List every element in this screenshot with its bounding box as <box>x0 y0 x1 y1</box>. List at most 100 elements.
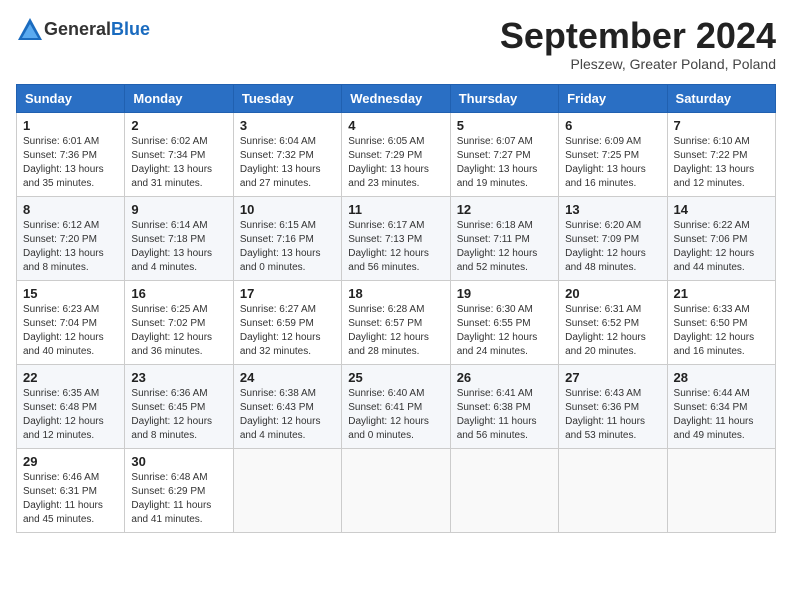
day-number: 15 <box>23 286 118 301</box>
day-info: Sunrise: 6:05 AMSunset: 7:29 PMDaylight:… <box>348 135 443 191</box>
logo: GeneralBlue <box>16 16 150 44</box>
calendar-cell: 28Sunrise: 6:44 AMSunset: 6:34 PMDayligh… <box>667 364 775 448</box>
day-number: 16 <box>131 286 226 301</box>
weekday-header-monday: Monday <box>125 84 233 112</box>
calendar-cell: 29 Sunrise: 6:46 AMSunset: 6:31 PMDayligh… <box>17 448 125 532</box>
day-info: Sunrise: 6:31 AMSunset: 6:52 PMDaylight:… <box>565 303 660 359</box>
calendar-cell: 6 Sunrise: 6:09 AMSunset: 7:25 PMDaylight… <box>559 112 667 196</box>
day-number: 13 <box>565 202 660 217</box>
weekday-header-tuesday: Tuesday <box>233 84 341 112</box>
calendar-cell: 1 Sunrise: 6:01 AMSunset: 7:36 PMDaylight… <box>17 112 125 196</box>
day-info: Sunrise: 6:14 AMSunset: 7:18 PMDaylight:… <box>131 219 226 275</box>
day-info: Sunrise: 6:27 AMSunset: 6:59 PMDaylight:… <box>240 303 335 359</box>
calendar-week-1: 1 Sunrise: 6:01 AMSunset: 7:36 PMDaylight… <box>17 112 776 196</box>
day-number: 20 <box>565 286 660 301</box>
calendar-cell: 16 Sunrise: 6:25 AMSunset: 7:02 PMDayligh… <box>125 280 233 364</box>
calendar-cell: 2Sunrise: 6:02 AMSunset: 7:34 PMDaylight… <box>125 112 233 196</box>
weekday-header-thursday: Thursday <box>450 84 558 112</box>
day-number: 30 <box>131 454 226 469</box>
day-info: Sunrise: 6:33 AMSunset: 6:50 PMDaylight:… <box>674 303 769 359</box>
day-info: Sunrise: 6:28 AMSunset: 6:57 PMDaylight:… <box>348 303 443 359</box>
calendar-cell: 30Sunrise: 6:48 AMSunset: 6:29 PMDayligh… <box>125 448 233 532</box>
calendar-table: SundayMondayTuesdayWednesdayThursdayFrid… <box>16 84 776 533</box>
calendar-cell: 21 Sunrise: 6:33 AMSunset: 6:50 PMDayligh… <box>667 280 775 364</box>
calendar-cell: 12 Sunrise: 6:18 AMSunset: 7:11 PMDayligh… <box>450 196 558 280</box>
day-info: Sunrise: 6:09 AMSunset: 7:25 PMDaylight:… <box>565 135 660 191</box>
calendar-cell: 24 Sunrise: 6:38 AMSunset: 6:43 PMDayligh… <box>233 364 341 448</box>
day-number: 6 <box>565 118 660 133</box>
day-info: Sunrise: 6:10 AMSunset: 7:22 PMDaylight:… <box>674 135 769 191</box>
day-number: 17 <box>240 286 335 301</box>
day-number: 1 <box>23 118 118 133</box>
calendar-week-5: 29 Sunrise: 6:46 AMSunset: 6:31 PMDayligh… <box>17 448 776 532</box>
calendar-cell: 23Sunrise: 6:36 AMSunset: 6:45 PMDayligh… <box>125 364 233 448</box>
calendar-cell <box>559 448 667 532</box>
calendar-cell: 10Sunrise: 6:15 AMSunset: 7:16 PMDayligh… <box>233 196 341 280</box>
day-number: 10 <box>240 202 335 217</box>
day-number: 3 <box>240 118 335 133</box>
calendar-cell <box>667 448 775 532</box>
day-info: Sunrise: 6:23 AMSunset: 7:04 PMDaylight:… <box>23 303 118 359</box>
day-number: 4 <box>348 118 443 133</box>
day-number: 12 <box>457 202 552 217</box>
day-number: 21 <box>674 286 769 301</box>
calendar-cell: 15 Sunrise: 6:23 AMSunset: 7:04 PMDayligh… <box>17 280 125 364</box>
day-info: Sunrise: 6:22 AMSunset: 7:06 PMDaylight:… <box>674 219 769 275</box>
day-info: Sunrise: 6:38 AMSunset: 6:43 PMDaylight:… <box>240 387 335 443</box>
day-number: 25 <box>348 370 443 385</box>
calendar-cell: 11Sunrise: 6:17 AMSunset: 7:13 PMDayligh… <box>342 196 450 280</box>
day-info: Sunrise: 6:40 AMSunset: 6:41 PMDaylight:… <box>348 387 443 443</box>
subtitle: Pleszew, Greater Poland, Poland <box>500 56 776 72</box>
calendar-cell: 27Sunrise: 6:43 AMSunset: 6:36 PMDayligh… <box>559 364 667 448</box>
day-number: 24 <box>240 370 335 385</box>
calendar-cell: 17 Sunrise: 6:27 AMSunset: 6:59 PMDayligh… <box>233 280 341 364</box>
calendar-cell: 18 Sunrise: 6:28 AMSunset: 6:57 PMDayligh… <box>342 280 450 364</box>
day-number: 5 <box>457 118 552 133</box>
weekday-header-saturday: Saturday <box>667 84 775 112</box>
calendar-cell: 19 Sunrise: 6:30 AMSunset: 6:55 PMDayligh… <box>450 280 558 364</box>
day-info: Sunrise: 6:02 AMSunset: 7:34 PMDaylight:… <box>131 135 226 191</box>
day-info: Sunrise: 6:07 AMSunset: 7:27 PMDaylight:… <box>457 135 552 191</box>
day-number: 19 <box>457 286 552 301</box>
calendar-cell: 5 Sunrise: 6:07 AMSunset: 7:27 PMDaylight… <box>450 112 558 196</box>
day-info: Sunrise: 6:12 AMSunset: 7:20 PMDaylight:… <box>23 219 118 275</box>
day-info: Sunrise: 6:18 AMSunset: 7:11 PMDaylight:… <box>457 219 552 275</box>
day-info: Sunrise: 6:17 AMSunset: 7:13 PMDaylight:… <box>348 219 443 275</box>
day-number: 7 <box>674 118 769 133</box>
day-number: 18 <box>348 286 443 301</box>
main-title: September 2024 <box>500 16 776 56</box>
weekday-header-row: SundayMondayTuesdayWednesdayThursdayFrid… <box>17 84 776 112</box>
day-number: 22 <box>23 370 118 385</box>
calendar-cell: 3 Sunrise: 6:04 AMSunset: 7:32 PMDaylight… <box>233 112 341 196</box>
calendar-cell: 14 Sunrise: 6:22 AMSunset: 7:06 PMDayligh… <box>667 196 775 280</box>
day-info: Sunrise: 6:30 AMSunset: 6:55 PMDaylight:… <box>457 303 552 359</box>
calendar-cell <box>233 448 341 532</box>
day-number: 28 <box>674 370 769 385</box>
day-number: 27 <box>565 370 660 385</box>
calendar-cell <box>342 448 450 532</box>
calendar-cell: 25 Sunrise: 6:40 AMSunset: 6:41 PMDayligh… <box>342 364 450 448</box>
logo-blue-text: Blue <box>111 19 150 39</box>
calendar-week-3: 15 Sunrise: 6:23 AMSunset: 7:04 PMDayligh… <box>17 280 776 364</box>
day-info: Sunrise: 6:46 AMSunset: 6:31 PMDaylight:… <box>23 471 118 527</box>
page-header: GeneralBlue September 2024 Pleszew, Grea… <box>16 16 776 72</box>
calendar-cell <box>450 448 558 532</box>
day-number: 8 <box>23 202 118 217</box>
day-number: 9 <box>131 202 226 217</box>
day-info: Sunrise: 6:25 AMSunset: 7:02 PMDaylight:… <box>131 303 226 359</box>
day-info: Sunrise: 6:01 AMSunset: 7:36 PMDaylight:… <box>23 135 118 191</box>
day-number: 29 <box>23 454 118 469</box>
calendar-cell: 20 Sunrise: 6:31 AMSunset: 6:52 PMDayligh… <box>559 280 667 364</box>
day-number: 14 <box>674 202 769 217</box>
calendar-cell: 13 Sunrise: 6:20 AMSunset: 7:09 PMDayligh… <box>559 196 667 280</box>
day-info: Sunrise: 6:04 AMSunset: 7:32 PMDaylight:… <box>240 135 335 191</box>
logo-icon <box>16 16 44 44</box>
calendar-cell: 8 Sunrise: 6:12 AMSunset: 7:20 PMDaylight… <box>17 196 125 280</box>
calendar-cell: 26Sunrise: 6:41 AMSunset: 6:38 PMDayligh… <box>450 364 558 448</box>
calendar-cell: 7 Sunrise: 6:10 AMSunset: 7:22 PMDaylight… <box>667 112 775 196</box>
day-info: Sunrise: 6:20 AMSunset: 7:09 PMDaylight:… <box>565 219 660 275</box>
day-info: Sunrise: 6:35 AMSunset: 6:48 PMDaylight:… <box>23 387 118 443</box>
weekday-header-wednesday: Wednesday <box>342 84 450 112</box>
logo-general-text: General <box>44 19 111 39</box>
day-info: Sunrise: 6:36 AMSunset: 6:45 PMDaylight:… <box>131 387 226 443</box>
